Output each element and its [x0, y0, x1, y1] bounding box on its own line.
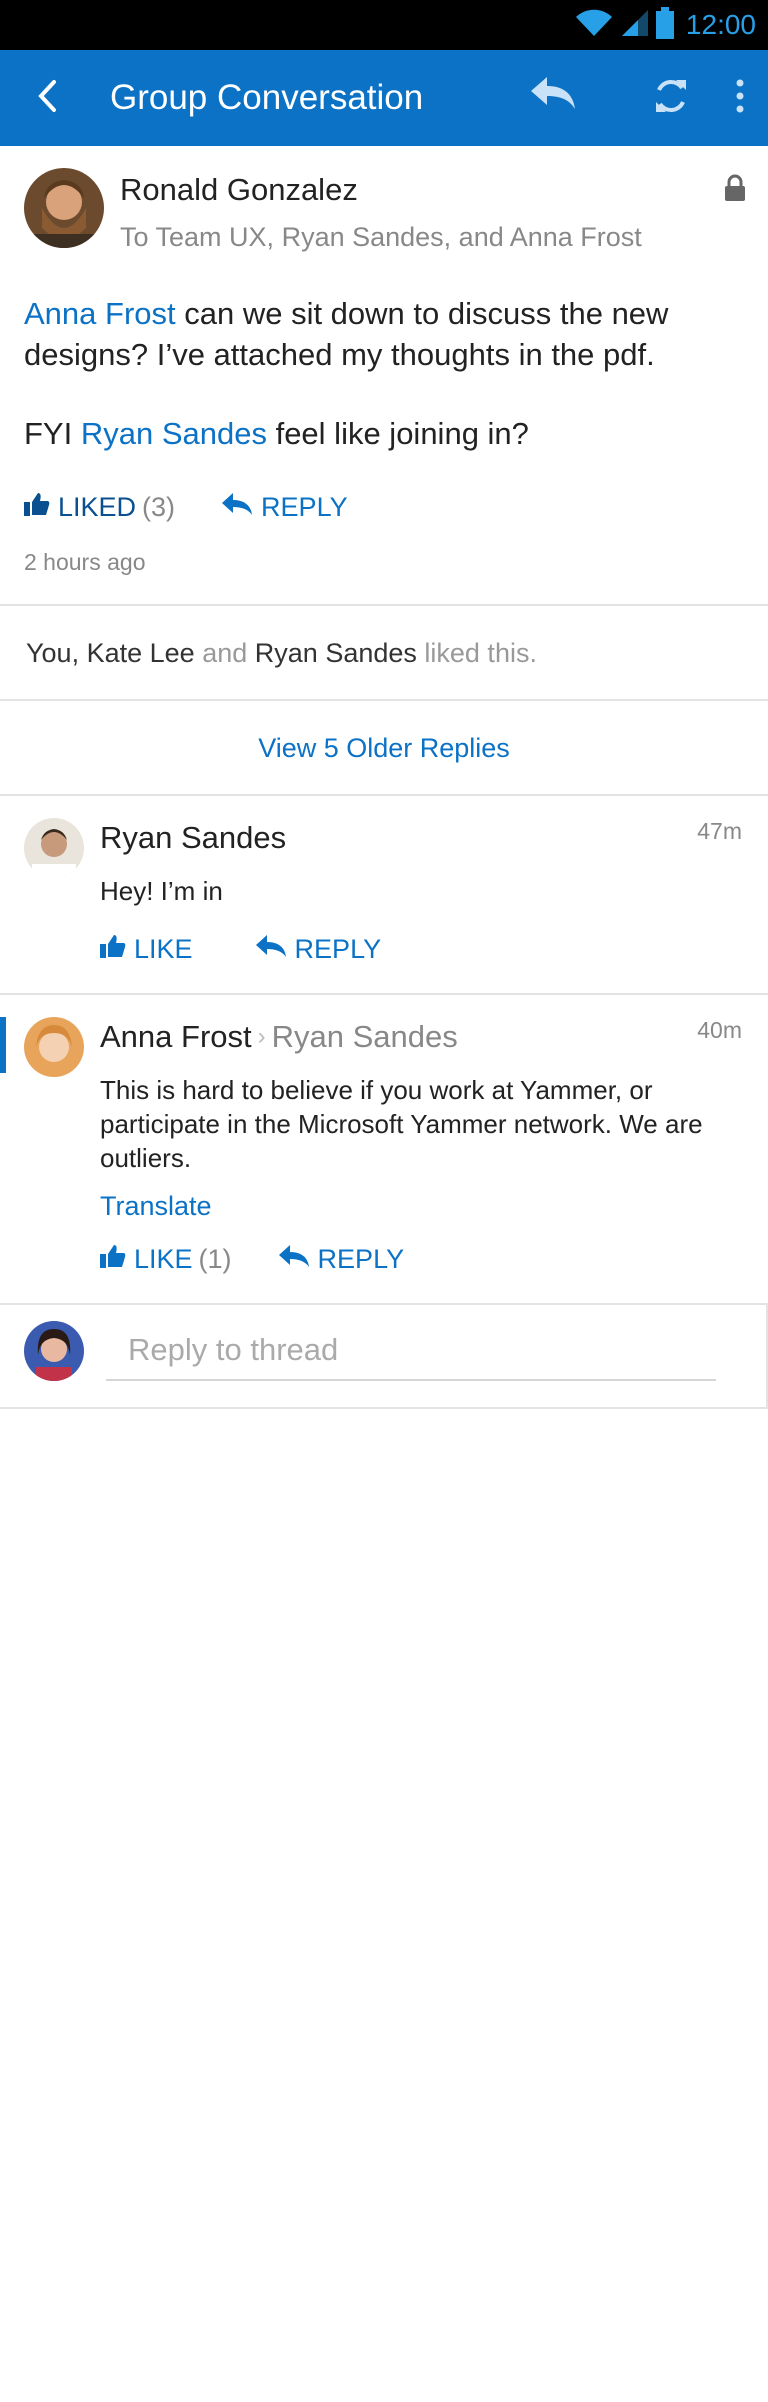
status-bar: 12:00 — [0, 0, 768, 50]
refresh-icon — [651, 76, 691, 121]
signal-icon — [620, 8, 650, 43]
reply-row: Anna Frost › Ryan Sandes This is hard to b… — [24, 1017, 744, 1275]
liked-button[interactable]: LIKED (3) — [24, 492, 175, 523]
avatar[interactable] — [24, 168, 104, 248]
app-bar: Group Conversation — [0, 50, 768, 146]
like-user-ryan[interactable]: Ryan Sandes — [255, 638, 417, 668]
post-body: Anna Frost can we sit down to discuss th… — [24, 293, 744, 454]
chevron-right-icon: › — [257, 1023, 266, 1050]
like-button[interactable]: LIKE (1) — [100, 1244, 232, 1275]
reply-row: Ryan Sandes Hey! I’m in LIKE REPLY — [24, 818, 744, 965]
translate-link[interactable]: Translate — [100, 1191, 212, 1222]
reply-time: 40m — [697, 1017, 742, 1043]
reply-time: 47m — [697, 818, 742, 844]
battery-icon — [655, 6, 674, 44]
reply-button[interactable]: REPLY — [278, 1244, 405, 1275]
reply-label: REPLY — [261, 492, 348, 522]
mention-link[interactable]: Anna Frost — [24, 296, 176, 331]
reply-all-button[interactable] — [494, 38, 612, 158]
reply-icon — [529, 75, 577, 116]
reply-label: REPLY — [317, 1244, 405, 1274]
like-count: (3) — [142, 492, 176, 522]
reply-content: Ryan Sandes Hey! I’m in LIKE REPLY — [100, 818, 744, 965]
post-paragraph: FYI Ryan Sandes feel like joining in? — [24, 413, 744, 454]
post-actions: LIKED (3) REPLY — [24, 492, 744, 523]
avatar[interactable] — [24, 1017, 84, 1077]
like-label: LIKE — [134, 1244, 193, 1274]
likes-and: and — [202, 638, 248, 668]
post-paragraph: Anna Frost can we sit down to discuss th… — [24, 293, 744, 375]
reply-actions: LIKE (1) REPLY — [100, 1244, 744, 1275]
avatar[interactable] — [24, 818, 84, 878]
chevron-left-icon — [36, 79, 58, 118]
reply-author: Anna Frost › Ryan Sandes — [100, 1019, 744, 1055]
reply-item: Ryan Sandes Hey! I’m in LIKE REPLY 47m — [0, 796, 768, 993]
reply-icon — [255, 934, 295, 965]
reply-target[interactable]: Ryan Sandes — [272, 1019, 458, 1054]
reply-button[interactable]: REPLY — [221, 492, 348, 523]
thread-starter-post: Ronald Gonzalez To Team UX, Ryan Sandes,… — [0, 146, 768, 604]
thumbs-up-icon — [100, 1244, 134, 1275]
reply-input[interactable]: Reply to thread — [106, 1321, 716, 1381]
like-button[interactable]: LIKE — [100, 934, 193, 965]
like-label: LIKE — [134, 934, 193, 964]
recipients: To Team UX, Ryan Sandes, and Anna Frost — [120, 222, 642, 252]
more-vertical-icon — [736, 79, 744, 118]
clock: 12:00 — [685, 9, 756, 40]
post-header: Ronald Gonzalez To Team UX, Ryan Sandes,… — [24, 146, 744, 253]
back-button[interactable] — [22, 73, 72, 123]
reply-text: Hey! I’m in — [100, 876, 223, 906]
reply-icon — [278, 1244, 318, 1275]
unread-indicator — [0, 1017, 6, 1073]
like-count: (1) — [198, 1244, 232, 1274]
reply-label: REPLY — [294, 934, 382, 964]
thumbs-up-icon — [100, 934, 134, 965]
post-meta: Ronald Gonzalez To Team UX, Ryan Sandes,… — [120, 168, 744, 253]
reply-content: Anna Frost › Ryan Sandes This is hard to b… — [100, 1017, 744, 1275]
author-name[interactable]: Ronald Gonzalez — [120, 172, 744, 208]
reply-composer: Reply to thread — [0, 1303, 768, 1409]
reply-actions: LIKE REPLY — [100, 934, 744, 965]
thumbs-up-icon — [24, 492, 58, 523]
current-user-avatar — [24, 1321, 84, 1381]
likes-suffix: liked this. — [424, 638, 537, 668]
post-timestamp: 2 hours ago — [24, 549, 146, 575]
author-name[interactable]: Ryan Sandes — [100, 820, 286, 855]
likes-summary[interactable]: You, Kate Lee and Ryan Sandes liked this… — [0, 606, 768, 699]
lock-icon — [724, 174, 746, 207]
liked-label: LIKED — [58, 492, 137, 522]
view-older-replies-button[interactable]: View 5 Older Replies — [0, 701, 768, 794]
like-you: You, — [26, 638, 80, 668]
post-text: FYI — [24, 416, 81, 451]
reply-author: Ryan Sandes — [100, 820, 744, 856]
author-name[interactable]: Anna Frost — [100, 1019, 252, 1054]
post-text: feel like joining in? — [266, 416, 529, 451]
overflow-menu-button[interactable] — [720, 63, 760, 133]
like-user-kate[interactable]: Kate Lee — [87, 638, 195, 668]
page-title: Group Conversation — [110, 78, 424, 117]
mention-link[interactable]: Ryan Sandes — [81, 416, 267, 451]
reply-icon — [221, 492, 261, 523]
reply-text: This is hard to believe if you work at Y… — [100, 1075, 703, 1173]
reply-button[interactable]: REPLY — [255, 934, 382, 965]
reply-item: Anna Frost › Ryan Sandes This is hard to b… — [0, 995, 768, 1303]
refresh-button[interactable] — [636, 63, 706, 133]
